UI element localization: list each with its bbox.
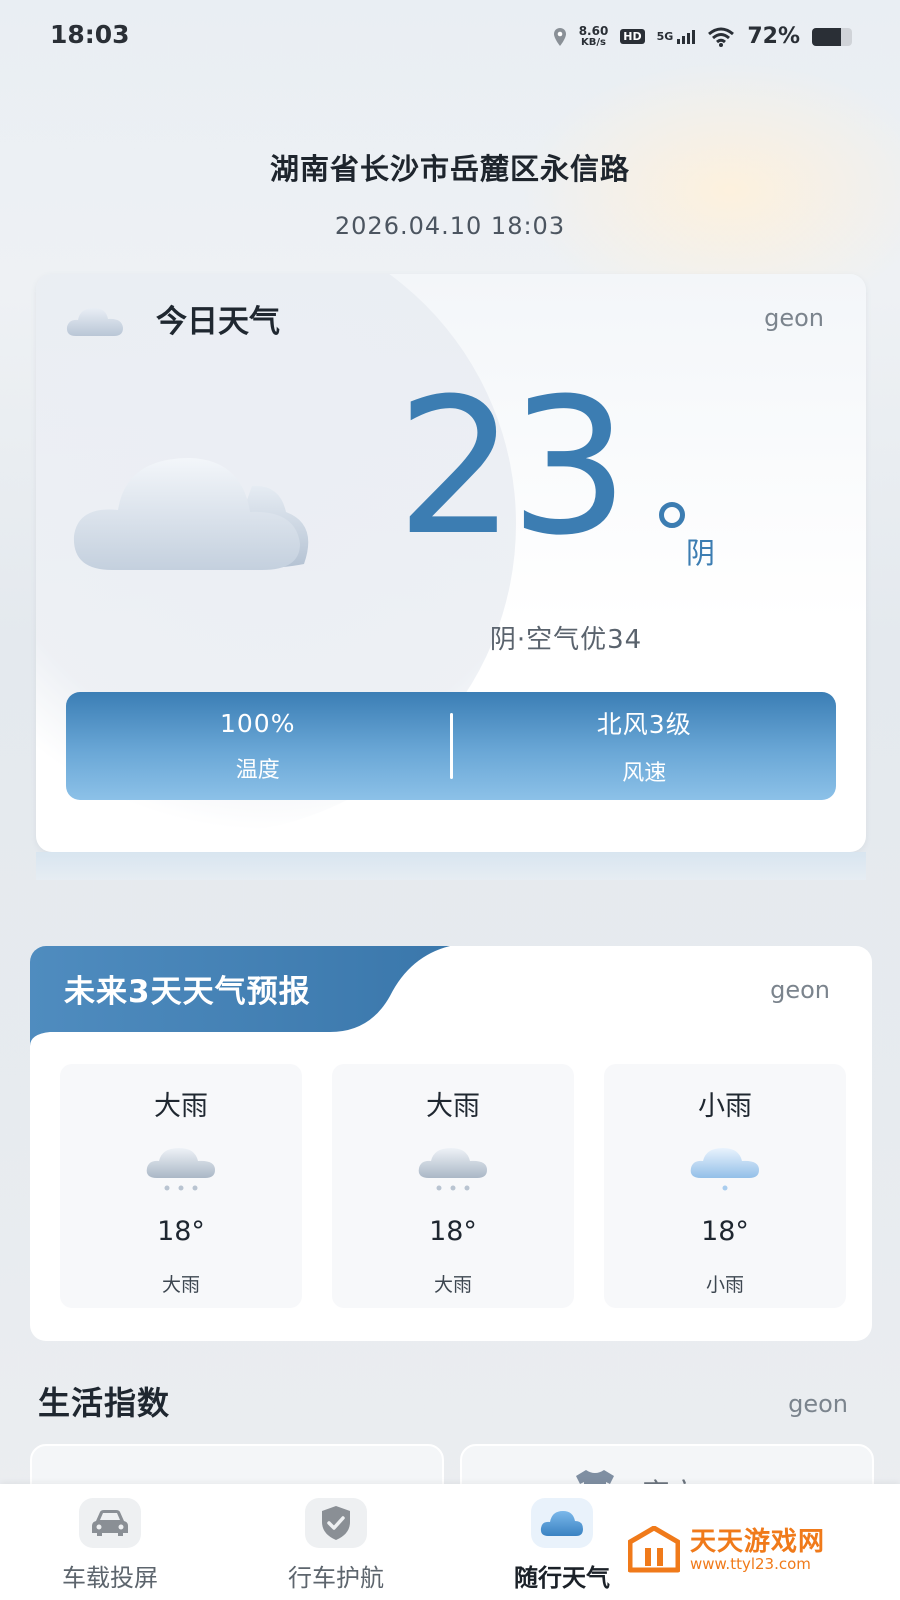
shield-check-icon (305, 1498, 367, 1548)
current-temperature: 23 (396, 358, 629, 577)
day-condition: 小雨 (698, 1091, 752, 1122)
card-bottom-strip (36, 852, 866, 880)
watermark-title: 天天游戏网 (690, 1527, 826, 1557)
current-condition: 阴 (686, 536, 716, 570)
overcast-cloud-icon (73, 458, 309, 570)
wind-label: 风速 (622, 761, 667, 786)
day-temperature: 18° (429, 1216, 477, 1247)
day-condition: 大雨 (154, 1091, 208, 1122)
day-sub-condition: 大雨 (433, 1274, 472, 1296)
nav-label: 行车护航 (288, 1564, 384, 1592)
humidity-label: 温度 (235, 757, 280, 783)
battery-icon (812, 27, 852, 46)
nav-travel-weather[interactable]: 随行天气 (472, 1498, 652, 1593)
humidity-value: 100% (220, 708, 296, 738)
nav-driving-escort[interactable]: 行车护航 (246, 1498, 426, 1593)
today-title: 今日天气 (156, 304, 280, 340)
status-icons: 8.60 KB/s HD 5G 72% (553, 24, 852, 49)
network-speed-value: 8.60 (578, 23, 609, 38)
forecast-days: 大雨 18° 大雨 大雨 18° 大雨 小雨 18° 小雨 (60, 1064, 846, 1308)
forecast-day[interactable]: 大雨 18° 大雨 (60, 1064, 302, 1308)
day-temperature: 18° (701, 1216, 749, 1247)
nav-label: 车载投屏 (62, 1564, 158, 1592)
today-stats-bar: 100% 温度 北风3级 风速 (66, 692, 836, 800)
cellular-signal-icon: 5G (656, 29, 696, 44)
life-index-source: geon (788, 1390, 848, 1418)
wind-value: 北风3级 (596, 710, 692, 739)
cloud-icon (66, 308, 123, 336)
day-condition: 大雨 (426, 1091, 480, 1122)
forecast-day[interactable]: 小雨 18° 小雨 (604, 1064, 846, 1308)
life-index-title: 生活指数 (38, 1384, 171, 1422)
status-bar: 18:03 8.60 KB/s HD 5G 72% (0, 0, 900, 76)
day-temperature: 18° (157, 1216, 205, 1247)
nav-car-projection[interactable]: 车载投屏 (20, 1498, 200, 1593)
status-time: 18:03 (50, 20, 130, 49)
location-icon (553, 27, 566, 46)
cloud-icon (531, 1498, 593, 1548)
wind-stat: 北风3级 风速 (453, 705, 837, 787)
humidity-stat: 100% 温度 (66, 709, 450, 784)
network-speed: 8.60 KB/s (579, 25, 609, 49)
forecast-source: geon (770, 976, 830, 1004)
rain-cloud-icon (418, 1148, 487, 1191)
site-watermark: 天天游戏网 www.ttyl23.com (628, 1526, 825, 1574)
today-weather-card[interactable]: 今日天气 geon 23 阴 阴·空气优34 100% 温度 北风3级 风速 (36, 274, 866, 852)
wifi-icon (708, 27, 735, 47)
day-sub-condition: 大雨 (161, 1274, 200, 1296)
rain-cloud-icon (146, 1148, 215, 1191)
battery-percent: 72% (747, 24, 800, 49)
day-sub-condition: 小雨 (705, 1274, 744, 1296)
watermark-logo-icon (628, 1526, 680, 1573)
car-icon (79, 1498, 141, 1548)
location-title: 湖南省长沙市岳麓区永信路 (269, 152, 630, 186)
network-type: 5G (656, 29, 674, 43)
light-rain-cloud-icon (690, 1148, 759, 1191)
nav-label: 随行天气 (514, 1564, 610, 1592)
watermark-url: www.ttyl23.com (690, 1555, 811, 1573)
today-source: geon (764, 304, 824, 332)
forecast-day[interactable]: 大雨 18° 大雨 (332, 1064, 574, 1308)
weather-summary: 阴·空气优34 (489, 625, 643, 655)
forecast-title: 未来3天天气预报 (64, 974, 311, 1010)
hd-badge: HD (620, 29, 645, 44)
network-speed-unit: KB/s (581, 36, 606, 48)
update-datetime: 2026.04.10 18:03 (334, 212, 566, 240)
forecast-card[interactable]: 未来3天天气预报 geon 大雨 18° 大雨 大雨 18° 大雨 小雨 18°… (30, 946, 872, 1341)
degree-symbol (659, 502, 685, 528)
